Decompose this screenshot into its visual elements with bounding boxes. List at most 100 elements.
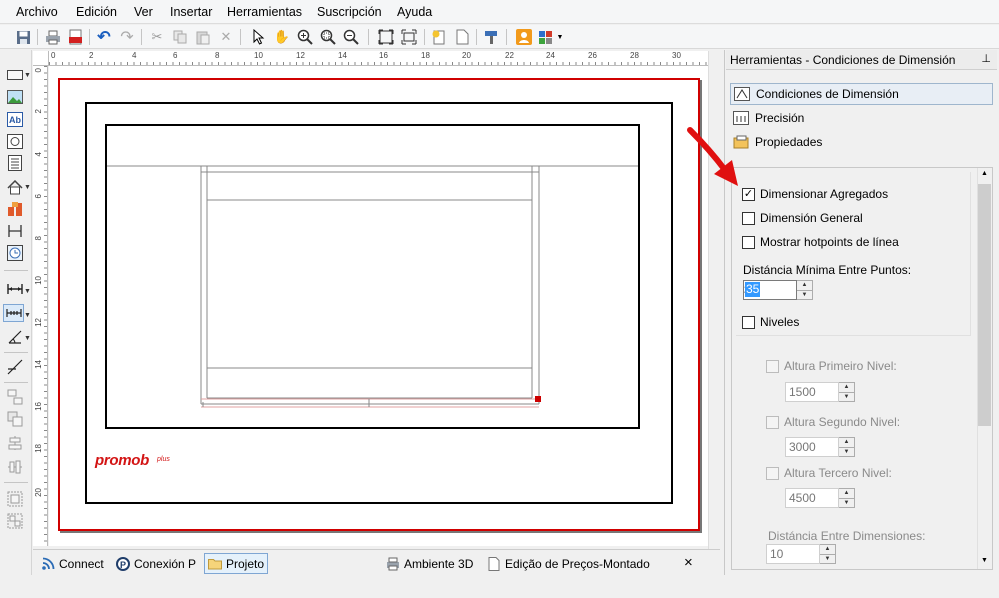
tab-projeto[interactable]: Projeto (204, 553, 269, 574)
zoom-all-icon[interactable] (400, 28, 418, 46)
pointer-icon[interactable] (250, 28, 268, 46)
paste-icon[interactable] (194, 28, 212, 46)
symbol-tool-icon[interactable] (6, 132, 24, 150)
page-icon[interactable] (453, 28, 471, 46)
zoom-extents-icon[interactable] (377, 28, 395, 46)
chevron-down-icon[interactable]: ▼ (24, 288, 31, 295)
altura-tercero-input[interactable] (785, 488, 839, 508)
chevron-down-icon[interactable]: ▼ (981, 557, 988, 564)
image-tool-icon[interactable] (6, 88, 24, 106)
rectangle-tool-icon[interactable] (6, 66, 24, 84)
menu-archivo[interactable]: Archivo (16, 5, 58, 19)
altura-tercero-spinner[interactable]: ▲▼ (785, 488, 855, 508)
distancia-dimensiones-spinner[interactable]: ▲▼ (766, 544, 836, 564)
chevron-up-icon[interactable]: ▲ (839, 438, 854, 447)
checkbox-box[interactable] (766, 466, 779, 480)
tab-propiedades[interactable]: Propiedades (730, 131, 993, 153)
close-icon[interactable]: × (684, 554, 693, 571)
furniture-elevation-drawing[interactable] (107, 126, 638, 427)
tab-precision[interactable]: Precisión (730, 107, 993, 129)
chevron-up-icon[interactable]: ▲ (797, 281, 812, 290)
distancia-dimensiones-input[interactable] (766, 544, 820, 564)
clock-tool-icon[interactable] (6, 244, 24, 262)
redo-icon[interactable]: ↷ (118, 28, 136, 46)
ruler-label: 20 (34, 488, 43, 497)
text-tool-icon[interactable]: Ab (6, 110, 24, 128)
align-tool-icon[interactable] (6, 388, 24, 406)
altura-segundo-spinner[interactable]: ▲▼ (785, 437, 855, 457)
altura-primeiro-spinner[interactable]: ▲▼ (785, 382, 855, 402)
delete-icon[interactable]: ✕ (217, 28, 235, 46)
chevron-down-icon[interactable]: ▼ (24, 184, 31, 191)
tab-ambiente-3d[interactable]: Ambiente 3D (383, 553, 476, 574)
menu-insertar[interactable]: Insertar (170, 5, 212, 19)
distribute-horizontal-tool-icon[interactable] (6, 458, 24, 476)
chevron-up-icon[interactable]: ▲ (839, 489, 854, 498)
tab-condiciones-dimension[interactable]: Condiciones de Dimensión (730, 83, 993, 105)
paint-tool-icon[interactable] (482, 28, 500, 46)
mostrar-hotpoints-checkbox[interactable]: Mostrar hotpoints de línea (742, 235, 899, 249)
group-tool-icon[interactable] (6, 490, 24, 508)
tab-conexion-p[interactable]: P Conexión P (113, 553, 199, 574)
tab-edicao-precos[interactable]: Edição de Preços-Montado (484, 553, 653, 574)
pdf-icon[interactable] (66, 28, 84, 46)
user-icon[interactable] (515, 28, 533, 46)
zoom-window-icon[interactable] (319, 28, 337, 46)
dimensionar-agregados-checkbox[interactable]: ✓ Dimensionar Agregados (742, 187, 888, 201)
altura-primeiro-checkbox[interactable]: Altura Primeiro Nivel: (766, 359, 897, 373)
dimension-conditions-tool-icon[interactable] (3, 304, 24, 322)
checkbox-box[interactable] (742, 235, 755, 249)
chevron-down-icon[interactable]: ▼ (797, 289, 812, 300)
checkbox-box[interactable] (766, 415, 779, 429)
ungroup-tool-icon[interactable] (6, 512, 24, 530)
pin-icon[interactable]: ⊥ (981, 52, 991, 65)
leader-tool-icon[interactable] (6, 358, 24, 376)
panel-scrollbar-thumb[interactable] (978, 184, 991, 426)
undo-icon[interactable]: ↶ (95, 28, 113, 46)
chevron-down-icon[interactable]: ▼ (839, 391, 854, 402)
menu-ver[interactable]: Ver (134, 5, 153, 19)
modules-tool-icon[interactable] (6, 200, 24, 218)
menu-ayuda[interactable]: Ayuda (397, 5, 432, 19)
zoom-in-icon[interactable] (296, 28, 314, 46)
print-icon[interactable] (44, 28, 62, 46)
altura-primeiro-input[interactable] (785, 382, 839, 402)
menu-suscripcion[interactable]: Suscripción (317, 5, 382, 19)
new-document-icon[interactable] (430, 28, 448, 46)
chevron-up-icon[interactable]: ▲ (981, 170, 988, 177)
chevron-down-icon[interactable]: ▼ (820, 553, 835, 564)
chevron-down-icon[interactable]: ▼ (24, 335, 31, 342)
checkbox-box[interactable] (742, 315, 755, 329)
save-icon[interactable] (14, 28, 32, 46)
checkbox-box[interactable] (742, 211, 755, 225)
ruler-label: 12 (34, 318, 43, 327)
order-tool-icon[interactable] (6, 410, 24, 428)
altura-tercero-checkbox[interactable]: Altura Tercero Nivel: (766, 466, 892, 480)
menu-edicion[interactable]: Edición (76, 5, 117, 19)
list-tool-icon[interactable] (6, 154, 24, 172)
chevron-down-icon[interactable]: ▼ (24, 72, 31, 79)
copy-icon[interactable] (171, 28, 189, 46)
distribute-tool-icon[interactable] (6, 434, 24, 452)
chevron-down-icon[interactable]: ▼ (24, 312, 31, 319)
zoom-out-icon[interactable] (342, 28, 360, 46)
layers-color-icon[interactable] (537, 28, 555, 46)
checkbox-box[interactable] (766, 359, 779, 373)
altura-segundo-input[interactable] (785, 437, 839, 457)
cut-icon[interactable]: ✂ (148, 28, 166, 46)
home-tool-icon[interactable] (6, 178, 24, 196)
chevron-down-icon[interactable]: ▼ (839, 497, 854, 508)
menu-herramientas[interactable]: Herramientas (227, 5, 302, 19)
angle-dimension-tool-icon[interactable] (6, 328, 24, 346)
dimension-general-checkbox[interactable]: Dimensión General (742, 211, 863, 225)
chevron-down-icon[interactable]: ▼ (555, 28, 565, 46)
dimension-tool-icon[interactable] (6, 280, 24, 298)
chevron-up-icon[interactable]: ▲ (820, 545, 835, 554)
altura-segundo-checkbox[interactable]: Altura Segundo Nivel: (766, 415, 900, 429)
pan-hand-icon[interactable]: ✋ (273, 28, 291, 46)
measure-tool-icon[interactable] (6, 222, 24, 240)
tab-connect[interactable]: Connect (38, 553, 107, 574)
niveles-checkbox[interactable]: Niveles (742, 315, 799, 329)
chevron-down-icon[interactable]: ▼ (839, 446, 854, 457)
chevron-up-icon[interactable]: ▲ (839, 383, 854, 392)
